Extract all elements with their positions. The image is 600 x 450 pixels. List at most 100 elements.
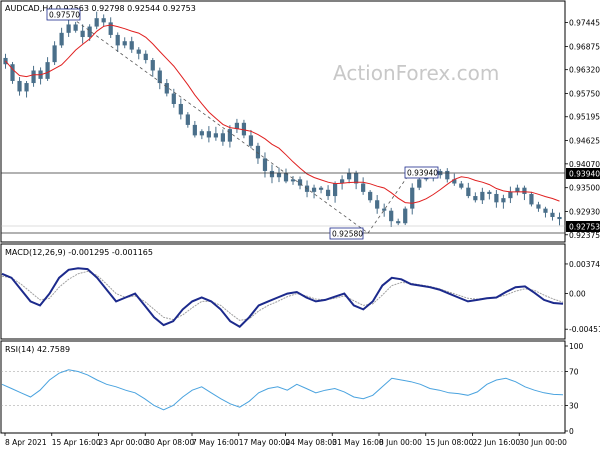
candle-body xyxy=(382,208,387,211)
candle-body xyxy=(192,124,197,136)
macd-y-tick-label: 0.00 xyxy=(569,290,586,299)
x-tick-label: 15 Jun 08:00 xyxy=(426,438,474,447)
price-y-tick-label: 0.94070 xyxy=(569,160,600,169)
candle-body xyxy=(213,133,218,138)
candle-body xyxy=(473,196,478,201)
candle-body xyxy=(129,41,134,50)
price-y-tick-label: 0.96875 xyxy=(569,42,600,51)
x-tick-label: 17 May 00:00 xyxy=(239,438,291,447)
candle-body xyxy=(108,22,113,35)
candle-body xyxy=(94,18,99,27)
x-tick-label: 31 May 16:00 xyxy=(332,438,384,447)
candle-body xyxy=(375,200,380,209)
candle-body xyxy=(318,187,324,190)
price-y-tick-label: 0.97445 xyxy=(569,19,600,28)
candle-body xyxy=(199,131,204,136)
candle-body xyxy=(332,183,338,197)
candle-body xyxy=(466,187,471,197)
x-tick-label: 23 Apr 00:00 xyxy=(99,438,148,447)
candle-body xyxy=(178,103,183,115)
candle-body xyxy=(101,18,106,23)
candle-body xyxy=(157,70,162,84)
candle-body xyxy=(164,83,169,94)
price-y-tick-label: 0.95750 xyxy=(569,90,600,99)
annotation-low: 0.92580 xyxy=(329,227,364,240)
watermark: ActionForex.com xyxy=(333,61,499,85)
candle-body xyxy=(31,70,36,84)
candle-body xyxy=(550,212,555,217)
annotation-high: 0.97570 xyxy=(46,8,81,21)
candle-body xyxy=(59,32,64,46)
candle-body xyxy=(557,216,562,220)
candle-body xyxy=(325,189,331,197)
candle-body xyxy=(410,187,415,209)
candle-body xyxy=(396,221,401,224)
candle-body xyxy=(115,34,120,46)
candle-body xyxy=(24,83,29,92)
candle-body xyxy=(262,158,268,171)
candle-body xyxy=(290,179,296,182)
candle-body xyxy=(445,170,450,180)
chart-background xyxy=(0,0,600,450)
candle-body xyxy=(122,41,127,46)
candle-body xyxy=(80,30,85,38)
price-y-tick-label: 0.92930 xyxy=(569,208,600,217)
candle-body xyxy=(227,129,233,142)
candle-body xyxy=(206,131,211,138)
candle-body xyxy=(220,133,225,142)
candle-body xyxy=(269,170,275,178)
candle-body xyxy=(241,122,247,136)
macd-y-tick-label: 0.003747 xyxy=(569,260,600,269)
price-y-tick-label: 0.94625 xyxy=(569,137,600,146)
x-tick-label: 30 Jun 00:00 xyxy=(519,438,567,447)
rsi-y-tick-label: 70 xyxy=(569,368,579,377)
macd-header: MACD(12,26,9) -0.001295 -0.001165 xyxy=(5,248,153,257)
x-tick-label: 30 Apr 08:00 xyxy=(145,438,194,447)
rsi-y-tick-label: 0 xyxy=(569,427,574,436)
candle-body xyxy=(417,179,422,188)
price-header: AUDCAD,H4 0.92563 0.92798 0.92544 0.9275… xyxy=(5,4,196,13)
annotation-high-label: 0.97570 xyxy=(49,11,80,20)
current-price-tag-text: 0.92753 xyxy=(569,223,600,232)
candle-body xyxy=(522,187,527,194)
candle-body xyxy=(52,45,57,63)
chart-svg: AUDCAD,H4 0.92563 0.92798 0.92544 0.9275… xyxy=(0,0,600,450)
candle-body xyxy=(150,60,155,71)
x-tick-label: 8 Apr 2021 xyxy=(5,438,47,447)
rsi-header: RSI(14) 42.7589 xyxy=(5,345,70,354)
candle-body xyxy=(136,49,141,54)
rsi-y-tick-label: 100 xyxy=(569,342,584,351)
candle-body xyxy=(487,191,492,194)
candle-body xyxy=(171,93,176,104)
annotation-mid-label: 0.93940 xyxy=(407,169,438,178)
candle-body xyxy=(480,191,485,201)
candle-body xyxy=(311,187,317,192)
candle-body xyxy=(529,193,534,205)
candle-body xyxy=(389,210,394,222)
candle-body xyxy=(45,62,50,79)
candle-body xyxy=(501,198,506,203)
candle-body xyxy=(347,173,352,180)
candle-body xyxy=(73,24,78,31)
candle-body xyxy=(185,114,190,125)
current-price-tag: 0.92753 xyxy=(566,221,600,232)
candle-body xyxy=(515,187,520,192)
x-tick-label: 7 May 16:00 xyxy=(192,438,239,447)
candle-body xyxy=(368,191,373,201)
candle-body xyxy=(248,135,254,146)
x-tick-label: 22 Jun 16:00 xyxy=(473,438,521,447)
candle-body xyxy=(17,80,22,92)
x-tick-label: 24 May 08:00 xyxy=(286,438,338,447)
candle-body xyxy=(87,26,92,38)
annotation-low-label: 0.92580 xyxy=(332,230,363,239)
level-price-tag: 0.93940 xyxy=(566,168,600,179)
price-y-tick-label: 0.93500 xyxy=(569,184,600,193)
level-price-tag-text: 0.93940 xyxy=(569,170,600,179)
macd-y-tick-label: -0.004514 xyxy=(569,325,600,334)
x-tick-label: 15 Apr 16:00 xyxy=(52,438,101,447)
x-tick-label: 8 Jun 00:00 xyxy=(379,438,422,447)
candle-body xyxy=(361,183,366,192)
price-y-tick-label: 0.96320 xyxy=(569,66,600,75)
candle-body xyxy=(276,173,282,178)
candle-body xyxy=(143,53,148,61)
